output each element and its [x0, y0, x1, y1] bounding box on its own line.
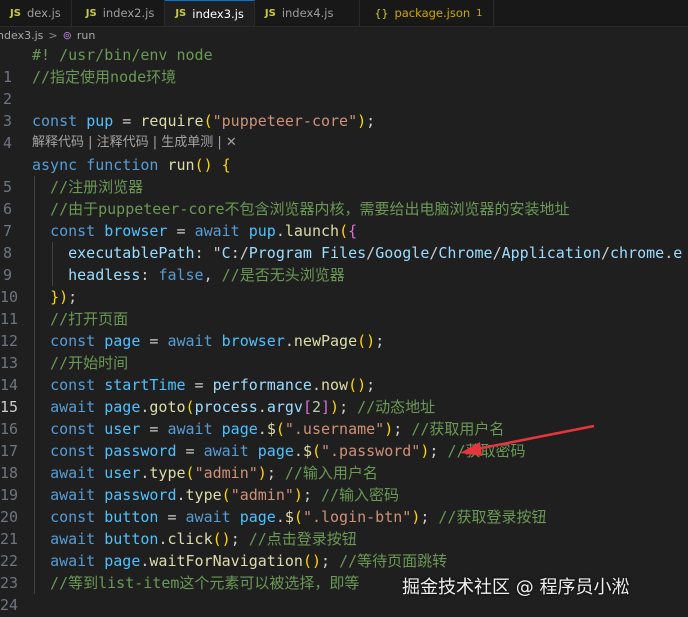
code-line: 10 headless: false, //是否无头浏览器 [0, 264, 688, 306]
tab-dex-js[interactable]: JS dex.js [0, 0, 72, 26]
tab-label: index4.js [281, 6, 334, 20]
code-line: 4 const pup = require("puppeteer-core"); [0, 110, 688, 152]
tab-index4-js[interactable]: JS index4.js [255, 0, 361, 26]
code-line: 12 //打开页面 [0, 308, 688, 350]
problem-count-badge: 1 [476, 7, 483, 19]
tab-bar: JS dex.js JS index2.js JS index3.js JS i… [0, 0, 688, 27]
code-line: 3 [0, 88, 688, 130]
code-line: 1 #! /usr/bin/env node [0, 44, 688, 86]
tab-index3-js[interactable]: JS index3.js [165, 0, 255, 26]
tab-label: dex.js [26, 6, 61, 20]
code-text: await page.goto(process.argv[2]); //动态地址 [50, 398, 436, 416]
code-line: 7 //由于puppeteer-core不包含浏览器内核，需要给出电脑浏览器的安… [0, 198, 688, 240]
code-text: //指定使用node环境 [32, 68, 177, 86]
code-text: //打开页面 [32, 310, 129, 328]
code-text: const page = await browser.newPage(); [50, 332, 385, 350]
code-text: //注册浏览器 [32, 178, 144, 196]
code-line: 9 executablePath: "C:/Program Files/Goog… [0, 242, 688, 284]
code-text: //等到list-item这个元素可以被选择，即等 [32, 574, 360, 592]
js-file-icon: JS [85, 7, 97, 19]
code-text: await page.waitForNavigation(); //等待页面跳转 [50, 552, 448, 570]
code-line: 5 async function run() { [0, 154, 688, 196]
code-text: const password = await page.$(".password… [50, 442, 526, 460]
code-line: 16 await page.goto(process.argv[2]); //动… [0, 396, 688, 438]
watermark: 掘金技术社区 @ 程序员小淞 [402, 577, 630, 598]
code-line: 11 }); [0, 286, 688, 328]
code-text: executablePath: "C:/Program Files/Google… [68, 244, 683, 262]
code-line: 19 await user.type("admin"); //输入用户名 [0, 462, 688, 504]
codelens-text[interactable]: 解释代码 | 注释代码 | 生成单测 | ✕ [32, 132, 237, 154]
code-text: #! /usr/bin/env node [32, 46, 213, 64]
code-line: 21 const button = await page.$(".login-b… [0, 506, 688, 548]
code-line: 23 await page.waitForNavigation(); //等待页… [0, 550, 688, 592]
js-file-icon: JS [264, 7, 276, 19]
arrow-shaft [471, 424, 595, 452]
code-line: 15 const startTime = performance.now(); [0, 374, 688, 416]
codelens-actions[interactable]: 解释代码 | 注释代码 | 生成单测 | ✕ [0, 132, 688, 154]
code-text: async function run() { [32, 156, 231, 174]
code-text: const browser = await pup.launch({ [50, 222, 358, 240]
js-file-icon: JS [10, 7, 21, 19]
code-text: await button.click(); //点击登录按钮 [50, 530, 357, 548]
code-text: await user.type("admin"); //输入用户名 [50, 464, 378, 482]
code-text: const startTime = performance.now(); [50, 376, 376, 394]
code-text: //由于puppeteer-core不包含浏览器内核，需要给出电脑浏览器的安装地… [32, 200, 570, 218]
breadcrumb: index3.js > ⊚ run [0, 26, 688, 44]
line-number: 24 [0, 596, 19, 614]
code-line: 8 const browser = await pup.launch({ [0, 220, 688, 262]
code-line: 6 //注册浏览器 [0, 176, 688, 218]
code-line: 20 await password.type("admin"); //输入密码 [0, 484, 688, 526]
tab-label: index2.js [102, 6, 155, 20]
red-arrow-annotation [460, 424, 595, 456]
code-line: 22 await button.click(); //点击登录按钮 [0, 528, 688, 570]
code-text: headless: false, //是否无头浏览器 [68, 266, 345, 284]
tab-label: package.json [394, 6, 471, 20]
code-text: //开始时间 [32, 354, 129, 372]
code-line: 2 //指定使用node环境 [0, 66, 688, 108]
code-line: 13 const page = await browser.newPage(); [0, 330, 688, 372]
code-editor[interactable]: 1 #! /usr/bin/env node 2 //指定使用node环境 3 … [0, 44, 688, 617]
breadcrumb-file[interactable]: index3.js [0, 29, 43, 42]
code-text: }); [50, 288, 78, 306]
json-file-icon: {} [374, 6, 389, 20]
code-text: await password.type("admin"); //输入密码 [50, 486, 400, 504]
tab-label: index3.js [192, 6, 244, 21]
js-file-icon: JS [175, 8, 187, 19]
code-text: const button = await page.$(".login-btn"… [50, 508, 547, 526]
code-text: const user = await page.$(".username"); … [50, 420, 505, 438]
breadcrumb-symbol[interactable]: run [77, 29, 95, 42]
code-line: 14 //开始时间 [0, 352, 688, 394]
breadcrumb-separator: > [48, 28, 58, 42]
tab-index2-js[interactable]: JS index2.js [72, 0, 166, 26]
function-symbol-icon: ⊚ [62, 28, 72, 42]
code-text: const pup = require("puppeteer-core"); [32, 112, 376, 130]
arrow-head [460, 442, 482, 456]
tab-package-json[interactable]: {} package.json 1 [360, 0, 494, 26]
